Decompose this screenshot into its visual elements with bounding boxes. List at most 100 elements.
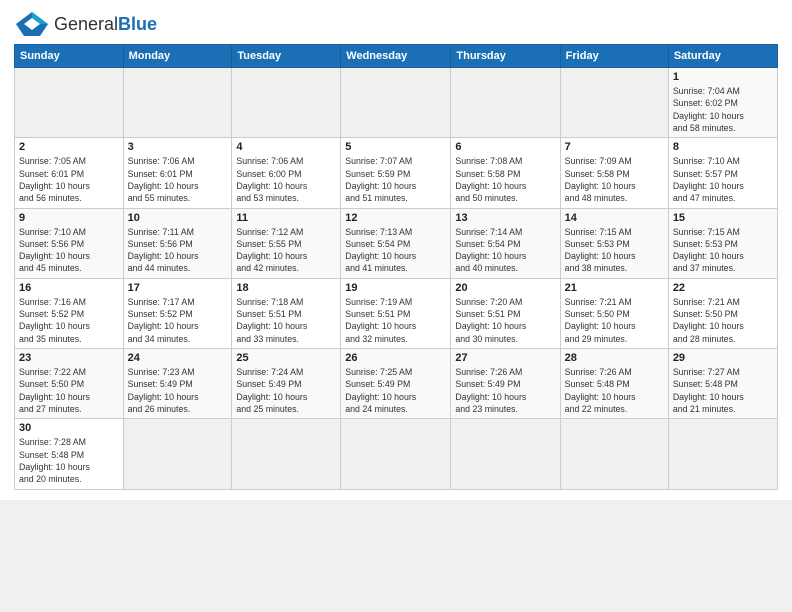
day-info: Sunrise: 7:17 AM Sunset: 5:52 PM Dayligh… xyxy=(128,296,228,345)
day-info: Sunrise: 7:26 AM Sunset: 5:48 PM Dayligh… xyxy=(565,366,664,415)
calendar-cell: 29 Sunrise: 7:27 AM Sunset: 5:48 PM Dayli… xyxy=(668,349,777,419)
weekday-header-row: SundayMondayTuesdayWednesdayThursdayFrid… xyxy=(15,45,778,68)
day-info: Sunrise: 7:27 AM Sunset: 5:48 PM Dayligh… xyxy=(673,366,773,415)
weekday-header-monday: Monday xyxy=(123,45,232,68)
day-number: 6 xyxy=(455,141,555,153)
day-number: 11 xyxy=(236,212,336,224)
calendar-cell xyxy=(123,68,232,138)
calendar-cell xyxy=(232,419,341,489)
calendar-page: GeneralBlue SundayMondayTuesdayWednesday… xyxy=(0,0,792,500)
day-number: 7 xyxy=(565,141,664,153)
calendar-week-row: 2 Sunrise: 7:05 AM Sunset: 6:01 PM Daylig… xyxy=(15,138,778,208)
calendar-week-row: 16Sunrise: 7:16 AM Sunset: 5:52 PM Dayli… xyxy=(15,278,778,348)
calendar-cell: 1 Sunrise: 7:04 AM Sunset: 6:02 PM Daylig… xyxy=(668,68,777,138)
calendar-cell: 14Sunrise: 7:15 AM Sunset: 5:53 PM Dayli… xyxy=(560,208,668,278)
day-number: 28 xyxy=(565,352,664,364)
day-number: 29 xyxy=(673,352,773,364)
day-info: Sunrise: 7:09 AM Sunset: 5:58 PM Dayligh… xyxy=(565,155,664,204)
calendar-cell xyxy=(232,68,341,138)
calendar-cell xyxy=(341,68,451,138)
calendar-week-row: 9 Sunrise: 7:10 AM Sunset: 5:56 PM Daylig… xyxy=(15,208,778,278)
day-number: 20 xyxy=(455,282,555,294)
calendar-cell: 17 Sunrise: 7:17 AM Sunset: 5:52 PM Dayli… xyxy=(123,278,232,348)
day-number: 22 xyxy=(673,282,773,294)
calendar-cell: 15 Sunrise: 7:15 AM Sunset: 5:53 PM Dayli… xyxy=(668,208,777,278)
calendar-cell: 20 Sunrise: 7:20 AM Sunset: 5:51 PM Dayli… xyxy=(451,278,560,348)
day-number: 5 xyxy=(345,141,446,153)
day-number: 25 xyxy=(236,352,336,364)
weekday-header-wednesday: Wednesday xyxy=(341,45,451,68)
calendar-cell xyxy=(15,68,124,138)
day-info: Sunrise: 7:04 AM Sunset: 6:02 PM Dayligh… xyxy=(673,85,773,134)
day-info: Sunrise: 7:08 AM Sunset: 5:58 PM Dayligh… xyxy=(455,155,555,204)
calendar-cell: 26Sunrise: 7:25 AM Sunset: 5:49 PM Dayli… xyxy=(341,349,451,419)
calendar-table: SundayMondayTuesdayWednesdayThursdayFrid… xyxy=(14,44,778,490)
calendar-cell: 23Sunrise: 7:22 AM Sunset: 5:50 PM Dayli… xyxy=(15,349,124,419)
day-info: Sunrise: 7:12 AM Sunset: 5:55 PM Dayligh… xyxy=(236,226,336,275)
day-info: Sunrise: 7:13 AM Sunset: 5:54 PM Dayligh… xyxy=(345,226,446,275)
calendar-cell: 22 Sunrise: 7:21 AM Sunset: 5:50 PM Dayli… xyxy=(668,278,777,348)
logo: GeneralBlue xyxy=(14,10,157,38)
calendar-week-row: 23Sunrise: 7:22 AM Sunset: 5:50 PM Dayli… xyxy=(15,349,778,419)
calendar-week-row: 1 Sunrise: 7:04 AM Sunset: 6:02 PM Daylig… xyxy=(15,68,778,138)
day-info: Sunrise: 7:23 AM Sunset: 5:49 PM Dayligh… xyxy=(128,366,228,415)
weekday-header-saturday: Saturday xyxy=(668,45,777,68)
day-number: 4 xyxy=(236,141,336,153)
day-number: 8 xyxy=(673,141,773,153)
calendar-cell: 13 Sunrise: 7:14 AM Sunset: 5:54 PM Dayli… xyxy=(451,208,560,278)
calendar-cell: 24Sunrise: 7:23 AM Sunset: 5:49 PM Dayli… xyxy=(123,349,232,419)
day-info: Sunrise: 7:18 AM Sunset: 5:51 PM Dayligh… xyxy=(236,296,336,345)
day-number: 30 xyxy=(19,422,119,434)
calendar-cell: 9 Sunrise: 7:10 AM Sunset: 5:56 PM Daylig… xyxy=(15,208,124,278)
day-number: 15 xyxy=(673,212,773,224)
day-number: 9 xyxy=(19,212,119,224)
calendar-week-row: 30 Sunrise: 7:28 AM Sunset: 5:48 PM Dayli… xyxy=(15,419,778,489)
day-info: Sunrise: 7:05 AM Sunset: 6:01 PM Dayligh… xyxy=(19,155,119,204)
calendar-cell: 7 Sunrise: 7:09 AM Sunset: 5:58 PM Daylig… xyxy=(560,138,668,208)
day-number: 1 xyxy=(673,71,773,83)
day-number: 21 xyxy=(565,282,664,294)
day-number: 17 xyxy=(128,282,228,294)
calendar-cell: 28 Sunrise: 7:26 AM Sunset: 5:48 PM Dayli… xyxy=(560,349,668,419)
day-info: Sunrise: 7:06 AM Sunset: 6:00 PM Dayligh… xyxy=(236,155,336,204)
day-info: Sunrise: 7:20 AM Sunset: 5:51 PM Dayligh… xyxy=(455,296,555,345)
weekday-header-thursday: Thursday xyxy=(451,45,560,68)
day-info: Sunrise: 7:19 AM Sunset: 5:51 PM Dayligh… xyxy=(345,296,446,345)
day-info: Sunrise: 7:15 AM Sunset: 5:53 PM Dayligh… xyxy=(673,226,773,275)
day-info: Sunrise: 7:10 AM Sunset: 5:57 PM Dayligh… xyxy=(673,155,773,204)
day-number: 13 xyxy=(455,212,555,224)
calendar-cell xyxy=(451,419,560,489)
day-info: Sunrise: 7:24 AM Sunset: 5:49 PM Dayligh… xyxy=(236,366,336,415)
calendar-cell xyxy=(341,419,451,489)
calendar-cell: 4 Sunrise: 7:06 AM Sunset: 6:00 PM Daylig… xyxy=(232,138,341,208)
day-info: Sunrise: 7:16 AM Sunset: 5:52 PM Dayligh… xyxy=(19,296,119,345)
day-info: Sunrise: 7:21 AM Sunset: 5:50 PM Dayligh… xyxy=(565,296,664,345)
logo-icon xyxy=(14,10,50,38)
calendar-cell xyxy=(451,68,560,138)
calendar-cell: 2 Sunrise: 7:05 AM Sunset: 6:01 PM Daylig… xyxy=(15,138,124,208)
day-info: Sunrise: 7:21 AM Sunset: 5:50 PM Dayligh… xyxy=(673,296,773,345)
header: GeneralBlue xyxy=(14,10,778,38)
calendar-cell xyxy=(668,419,777,489)
day-info: Sunrise: 7:14 AM Sunset: 5:54 PM Dayligh… xyxy=(455,226,555,275)
calendar-cell: 10Sunrise: 7:11 AM Sunset: 5:56 PM Dayli… xyxy=(123,208,232,278)
day-number: 18 xyxy=(236,282,336,294)
day-number: 14 xyxy=(565,212,664,224)
day-info: Sunrise: 7:06 AM Sunset: 6:01 PM Dayligh… xyxy=(128,155,228,204)
calendar-cell: 18 Sunrise: 7:18 AM Sunset: 5:51 PM Dayli… xyxy=(232,278,341,348)
day-number: 2 xyxy=(19,141,119,153)
day-info: Sunrise: 7:10 AM Sunset: 5:56 PM Dayligh… xyxy=(19,226,119,275)
day-info: Sunrise: 7:07 AM Sunset: 5:59 PM Dayligh… xyxy=(345,155,446,204)
day-number: 23 xyxy=(19,352,119,364)
logo-text: GeneralBlue xyxy=(54,14,157,35)
calendar-cell: 16Sunrise: 7:16 AM Sunset: 5:52 PM Dayli… xyxy=(15,278,124,348)
calendar-cell: 3Sunrise: 7:06 AM Sunset: 6:01 PM Daylig… xyxy=(123,138,232,208)
day-number: 19 xyxy=(345,282,446,294)
calendar-cell: 19 Sunrise: 7:19 AM Sunset: 5:51 PM Dayli… xyxy=(341,278,451,348)
calendar-cell: 21 Sunrise: 7:21 AM Sunset: 5:50 PM Dayli… xyxy=(560,278,668,348)
calendar-cell xyxy=(123,419,232,489)
day-number: 12 xyxy=(345,212,446,224)
day-info: Sunrise: 7:28 AM Sunset: 5:48 PM Dayligh… xyxy=(19,436,119,485)
day-number: 26 xyxy=(345,352,446,364)
calendar-cell: 5 Sunrise: 7:07 AM Sunset: 5:59 PM Daylig… xyxy=(341,138,451,208)
